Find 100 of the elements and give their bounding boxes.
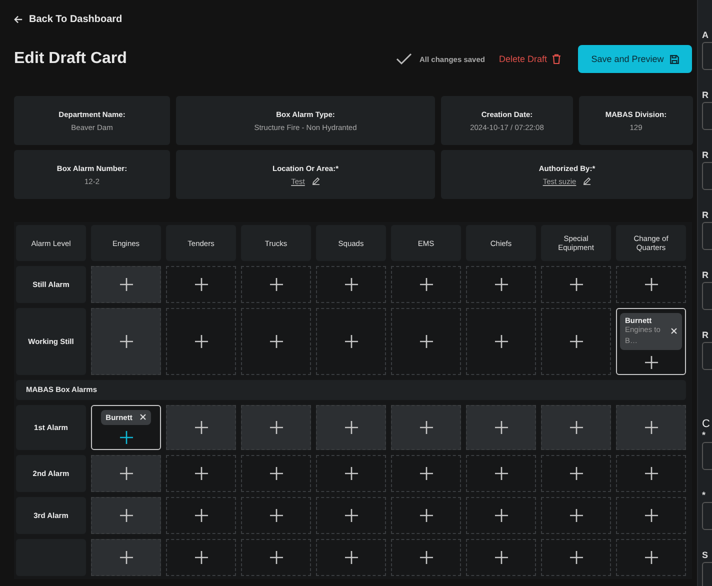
assignment-cell[interactable] xyxy=(391,308,461,375)
assignment-cell[interactable] xyxy=(616,496,686,534)
assignment-cell[interactable] xyxy=(241,538,311,576)
plus-icon[interactable] xyxy=(570,508,582,522)
plus-icon[interactable] xyxy=(644,356,658,369)
plus-icon[interactable] xyxy=(194,420,208,434)
plus-icon[interactable] xyxy=(644,466,658,480)
assignment-cell[interactable] xyxy=(541,308,611,375)
assignment-cell[interactable] xyxy=(616,454,686,492)
assignment-cell[interactable] xyxy=(466,496,536,534)
plus-icon[interactable] xyxy=(120,334,132,348)
plus-icon[interactable] xyxy=(344,550,358,564)
plus-icon[interactable] xyxy=(644,278,658,291)
plus-icon[interactable] xyxy=(120,550,132,564)
assignment-cell[interactable] xyxy=(391,496,461,534)
assignment-cell[interactable] xyxy=(316,404,386,450)
plus-icon[interactable] xyxy=(570,334,582,348)
assignment-cell[interactable] xyxy=(91,538,161,576)
pencil-icon[interactable] xyxy=(583,177,592,185)
assignment-cell[interactable] xyxy=(166,454,236,492)
plus-icon[interactable] xyxy=(194,334,208,348)
assignment-cell[interactable] xyxy=(541,454,611,492)
assignment-cell[interactable] xyxy=(466,538,536,576)
assignment-cell[interactable] xyxy=(391,266,461,303)
assignment-cell[interactable] xyxy=(91,308,161,375)
plus-icon[interactable] xyxy=(194,278,208,291)
assignment-cell[interactable] xyxy=(241,404,311,450)
assignment-cell[interactable] xyxy=(541,266,611,303)
assignment-cell[interactable] xyxy=(241,308,311,375)
assignment-cell[interactable] xyxy=(166,266,236,303)
plus-icon[interactable] xyxy=(494,420,508,434)
assignment-cell[interactable] xyxy=(466,454,536,492)
plus-icon[interactable] xyxy=(344,278,358,291)
plus-icon[interactable] xyxy=(120,508,132,522)
plus-icon[interactable] xyxy=(570,278,582,291)
close-icon[interactable] xyxy=(140,414,146,420)
plus-icon[interactable] xyxy=(570,550,582,564)
assignment-cell[interactable] xyxy=(316,266,386,303)
plus-icon[interactable] xyxy=(270,508,282,522)
plus-icon[interactable] xyxy=(270,420,282,434)
plus-icon[interactable] xyxy=(570,466,582,480)
plus-icon[interactable] xyxy=(644,550,658,564)
assignment-cell[interactable] xyxy=(616,266,686,303)
assignment-cell[interactable] xyxy=(241,496,311,534)
assignment-cell[interactable] xyxy=(91,266,161,303)
plus-icon[interactable] xyxy=(494,334,508,348)
plus-icon[interactable] xyxy=(494,278,508,291)
plus-icon[interactable] xyxy=(420,278,432,291)
close-icon[interactable] xyxy=(671,328,677,334)
delete-draft-button[interactable]: Delete Draft xyxy=(498,54,561,64)
plus-icon[interactable] xyxy=(420,420,432,434)
assignment-cell[interactable] xyxy=(616,538,686,576)
plus-icon[interactable] xyxy=(344,508,358,522)
pencil-icon[interactable] xyxy=(312,177,320,185)
plus-icon[interactable] xyxy=(570,420,582,434)
assignment-cell[interactable] xyxy=(91,496,161,534)
plus-icon[interactable] xyxy=(344,466,358,480)
plus-icon[interactable] xyxy=(120,466,132,480)
plus-icon[interactable] xyxy=(194,550,208,564)
assignment-cell[interactable] xyxy=(91,454,161,492)
assignment-cell[interactable] xyxy=(391,538,461,576)
plus-icon[interactable] xyxy=(644,508,658,522)
plus-icon[interactable] xyxy=(420,508,432,522)
plus-icon[interactable] xyxy=(344,334,358,348)
assignment-cell[interactable] xyxy=(241,454,311,492)
plus-icon[interactable] xyxy=(120,278,132,291)
assignment-cell[interactable] xyxy=(466,308,536,375)
assignment-cell[interactable] xyxy=(166,538,236,576)
plus-icon[interactable] xyxy=(420,334,432,348)
plus-icon[interactable] xyxy=(644,420,658,434)
assignment-cell[interactable] xyxy=(316,538,386,576)
assignment-cell[interactable] xyxy=(316,496,386,534)
plus-icon[interactable] xyxy=(494,550,508,564)
plus-icon[interactable] xyxy=(270,334,282,348)
assignment-cell[interactable] xyxy=(391,454,461,492)
plus-icon[interactable] xyxy=(194,466,208,480)
plus-icon[interactable] xyxy=(494,508,508,522)
plus-icon[interactable] xyxy=(120,430,132,444)
assignment-cell[interactable] xyxy=(616,404,686,450)
assignment-cell[interactable] xyxy=(466,404,536,450)
back-link[interactable]: Back To Dashboard xyxy=(14,14,122,25)
assignment-cell[interactable] xyxy=(166,308,236,375)
plus-icon[interactable] xyxy=(420,466,432,480)
assignment-cell[interactable] xyxy=(541,496,611,534)
plus-icon[interactable] xyxy=(344,420,358,434)
plus-icon[interactable] xyxy=(270,278,282,291)
plus-icon[interactable] xyxy=(194,508,208,522)
assignment-cell[interactable] xyxy=(166,496,236,534)
save-and-preview-button[interactable]: Save and Preview xyxy=(578,45,692,73)
plus-icon[interactable] xyxy=(270,466,282,480)
plus-icon[interactable] xyxy=(494,466,508,480)
assignment-cell[interactable] xyxy=(241,266,311,303)
assignment-cell[interactable] xyxy=(466,266,536,303)
plus-icon[interactable] xyxy=(420,550,432,564)
plus-icon[interactable] xyxy=(270,550,282,564)
assignment-cell[interactable] xyxy=(541,404,611,450)
assignment-cell[interactable] xyxy=(391,404,461,450)
assignment-cell[interactable] xyxy=(316,308,386,375)
assignment-cell[interactable] xyxy=(541,538,611,576)
assignment-cell[interactable] xyxy=(166,404,236,450)
